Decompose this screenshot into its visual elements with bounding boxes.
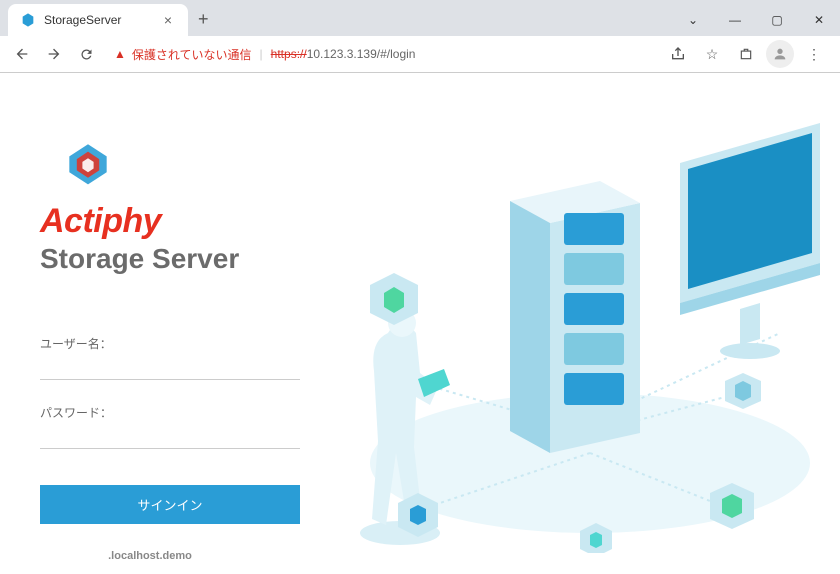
logo-area: Actiphy Storage Server <box>40 133 840 275</box>
warning-icon: ▲ <box>114 47 126 61</box>
new-tab-button[interactable]: + <box>188 3 219 36</box>
signin-button[interactable]: サインイン <box>40 485 300 524</box>
tab-title: StorageServer <box>44 13 121 27</box>
minimize-button[interactable]: — <box>714 4 756 36</box>
brand-name: Actiphy <box>40 202 840 241</box>
username-label: ユーザー名： <box>40 335 300 352</box>
password-label: パスワード： <box>40 404 300 421</box>
menu-icon[interactable]: ⋮ <box>800 40 828 68</box>
brand-logo-icon <box>60 133 116 189</box>
login-page: Actiphy Storage Server ユーザー名： パスワード： サイン… <box>0 73 840 574</box>
username-input[interactable] <box>40 356 300 380</box>
close-window-button[interactable]: ✕ <box>798 4 840 36</box>
footer-hostname: .localhost.demo <box>0 550 300 562</box>
maximize-button[interactable]: ▢ <box>756 4 798 36</box>
favicon-icon <box>20 12 36 28</box>
tab-close-icon[interactable]: × <box>160 12 176 28</box>
back-button[interactable] <box>8 40 36 68</box>
security-warning: 保護されていない通信 <box>132 46 252 63</box>
browser-tab[interactable]: StorageServer × <box>8 4 188 36</box>
url-protocol: https:// <box>271 47 307 61</box>
login-form: ユーザー名： パスワード： サインイン <box>40 335 300 524</box>
address-bar[interactable]: ▲ 保護されていない通信 | https://10.123.3.139/#/lo… <box>104 42 660 67</box>
forward-button[interactable] <box>40 40 68 68</box>
profile-avatar-icon[interactable] <box>766 40 794 68</box>
password-input[interactable] <box>40 425 300 449</box>
url-host: 10.123.3.139/#/login <box>307 47 416 61</box>
product-name: Storage Server <box>40 243 840 275</box>
chevron-down-icon[interactable]: ⌄ <box>672 4 714 36</box>
share-icon[interactable] <box>664 40 692 68</box>
extensions-icon[interactable] <box>732 40 760 68</box>
star-icon[interactable]: ☆ <box>698 40 726 68</box>
reload-button[interactable] <box>72 40 100 68</box>
